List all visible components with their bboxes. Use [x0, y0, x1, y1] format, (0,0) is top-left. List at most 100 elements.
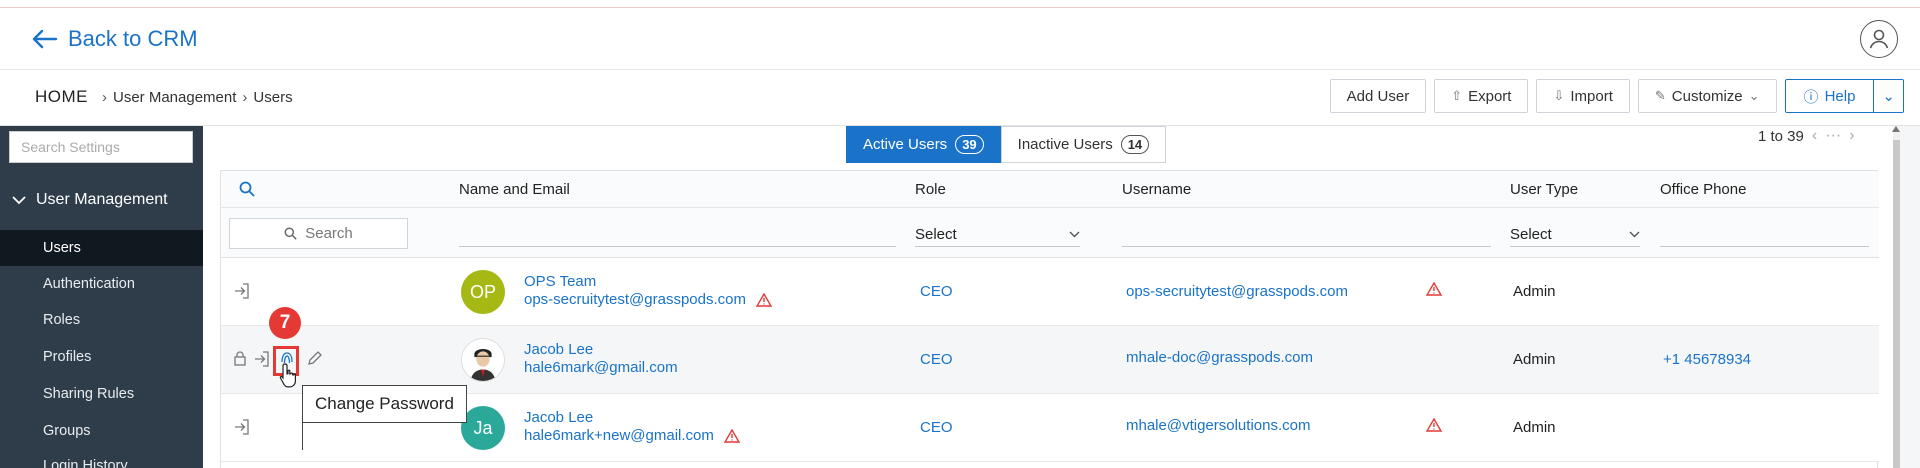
- login-as-user-icon[interactable]: [233, 282, 251, 300]
- search-icon[interactable]: [239, 181, 255, 197]
- help-icon: ⓘ: [1803, 88, 1819, 106]
- page-range: 1 to 39: [1758, 127, 1804, 145]
- arrow-left-icon: [32, 29, 58, 49]
- tab-label: Inactive Users: [1017, 136, 1113, 153]
- lock-icon[interactable]: [233, 350, 247, 366]
- help-dropdown-button[interactable]: ⌄: [1874, 79, 1904, 113]
- user-profile-icon[interactable]: [1860, 20, 1898, 58]
- user-email[interactable]: hale6mark@gmail.com: [524, 359, 678, 376]
- help-group: ⓘ Help ⌄: [1784, 79, 1904, 113]
- user-name-link[interactable]: Jacob Lee: [524, 340, 593, 359]
- user-name-link[interactable]: OPS Team: [524, 272, 596, 291]
- warning-icon: [1426, 418, 1442, 432]
- user-email-text: hale6mark@gmail.com: [524, 359, 678, 376]
- chevron-down-icon: ⌄: [1748, 88, 1760, 103]
- export-label: Export: [1468, 87, 1512, 105]
- sidebar-item-label: Users: [43, 240, 81, 256]
- more-pages-icon[interactable]: ···: [1825, 127, 1841, 145]
- prev-page-icon[interactable]: ‹: [1812, 127, 1817, 145]
- office-phone[interactable]: +1 45678934: [1663, 351, 1751, 368]
- sidebar-section-user-management[interactable]: User Management: [0, 180, 203, 220]
- sidebar-item-users[interactable]: Users: [0, 230, 203, 266]
- header-user-type[interactable]: User Type: [1510, 181, 1578, 198]
- header-role[interactable]: Role: [915, 181, 946, 198]
- add-user-button[interactable]: Add User: [1329, 79, 1427, 113]
- next-page-icon[interactable]: ›: [1849, 127, 1854, 145]
- chevron-down-icon: ⌄: [1882, 88, 1895, 105]
- user-email-text: ops-secruitytest@grasspods.com: [524, 291, 746, 308]
- search-filter-label: Search: [305, 225, 353, 242]
- search-settings-input[interactable]: [9, 131, 193, 163]
- customize-label: Customize: [1671, 87, 1743, 105]
- table-row[interactable]: Jacob Lee hale6mark@gmail.com CEO mhale-…: [221, 326, 1879, 394]
- table-row[interactable]: Ja Jacob Lee hale6mark+new@gmail.com CEO…: [221, 394, 1879, 462]
- username-link[interactable]: ops-secruitytest@grasspods.com: [1126, 283, 1348, 300]
- role-link[interactable]: CEO: [920, 283, 953, 300]
- username-link[interactable]: mhale-doc@grasspods.com: [1126, 349, 1313, 366]
- username-link[interactable]: mhale@vtigersolutions.com: [1126, 417, 1310, 434]
- toolbar: Add User ⇧ Export ⇩ Import ✎ Customize ⌄ ⓘ He…: [1329, 79, 1904, 113]
- header-username[interactable]: Username: [1122, 181, 1191, 198]
- breadcrumb-users: Users: [253, 88, 293, 106]
- chevron-right-icon: ›: [102, 88, 107, 106]
- header-office-phone[interactable]: Office Phone: [1660, 181, 1746, 198]
- top-strip: [0, 0, 1920, 8]
- sidebar-item-roles[interactable]: Roles: [0, 302, 203, 338]
- sidebar-item-label: Groups: [43, 423, 91, 439]
- vertical-scrollbar[interactable]: [1892, 126, 1900, 468]
- search-icon: [284, 227, 297, 240]
- user-photo-icon: [462, 339, 504, 381]
- role-select-value: Select: [915, 225, 957, 243]
- back-to-crm-link[interactable]: Back to CRM: [32, 26, 198, 52]
- users-table: Name and Email Role Username User Type O…: [220, 170, 1879, 468]
- phone-filter-input[interactable]: [1660, 246, 1869, 247]
- user-name-link[interactable]: Jacob Lee: [524, 408, 593, 427]
- tab-inactive-users[interactable]: Inactive Users 14: [1000, 126, 1167, 163]
- sidebar-item-sharing-rules[interactable]: Sharing Rules: [0, 376, 203, 412]
- login-as-user-icon[interactable]: [233, 418, 251, 436]
- name-filter-input[interactable]: [459, 246, 896, 247]
- scrollbar-thumb[interactable]: [1893, 140, 1900, 468]
- chevron-down-icon: [1069, 231, 1080, 237]
- sidebar-item-groups[interactable]: Groups: [0, 413, 203, 449]
- login-as-user-icon[interactable]: [253, 350, 271, 368]
- customize-button[interactable]: ✎ Customize ⌄: [1637, 79, 1777, 113]
- user-type-filter-select[interactable]: Select: [1510, 222, 1640, 247]
- avatar: [461, 338, 505, 382]
- role-filter-select[interactable]: Select: [915, 222, 1080, 247]
- user-email-text: hale6mark+new@gmail.com: [524, 427, 714, 444]
- sidebar-item-login-history[interactable]: Login History: [0, 448, 203, 468]
- user-email[interactable]: ops-secruitytest@grasspods.com: [524, 291, 772, 308]
- avatar: OP: [461, 270, 505, 314]
- table-row[interactable]: OP OPS Team ops-secruitytest@grasspods.c…: [221, 258, 1879, 326]
- edit-pencil-icon[interactable]: [307, 350, 323, 366]
- user-email[interactable]: hale6mark+new@gmail.com: [524, 427, 740, 444]
- breadcrumb-home[interactable]: HOME: [35, 87, 88, 107]
- sidebar-item-label: Roles: [43, 312, 81, 328]
- sidebar-item-authentication[interactable]: Authentication: [0, 266, 203, 302]
- username-filter-input[interactable]: [1122, 246, 1491, 247]
- help-label: Help: [1824, 87, 1856, 105]
- sidebar-item-label: Authentication: [43, 276, 135, 292]
- help-button[interactable]: ⓘ Help: [1784, 79, 1875, 113]
- search-filter-input[interactable]: Search: [229, 218, 408, 249]
- user-type: Admin: [1513, 419, 1556, 436]
- tab-active-users[interactable]: Active Users 39: [846, 126, 1001, 163]
- breadcrumb-bar: HOME › User Management › Users Add User …: [0, 70, 1920, 126]
- import-button[interactable]: ⇩ Import: [1536, 79, 1630, 113]
- sidebar-item-label: Sharing Rules: [43, 386, 135, 402]
- role-link[interactable]: CEO: [920, 351, 953, 368]
- avatar-initials: Ja: [473, 417, 493, 438]
- import-label: Import: [1570, 87, 1613, 105]
- export-icon: ⇧: [1451, 88, 1463, 103]
- breadcrumb-user-management[interactable]: User Management: [113, 89, 236, 106]
- count-badge: 14: [1120, 135, 1150, 154]
- step-badge: 7: [269, 307, 301, 339]
- sidebar-item-label: Profiles: [43, 349, 92, 365]
- sidebar-item-profiles[interactable]: Profiles: [0, 339, 203, 375]
- hand-cursor-icon: [279, 363, 296, 388]
- export-button[interactable]: ⇧ Export: [1434, 79, 1529, 113]
- role-link[interactable]: CEO: [920, 419, 953, 436]
- header-name-email[interactable]: Name and Email: [459, 181, 570, 198]
- scroll-up-icon[interactable]: [1892, 126, 1900, 132]
